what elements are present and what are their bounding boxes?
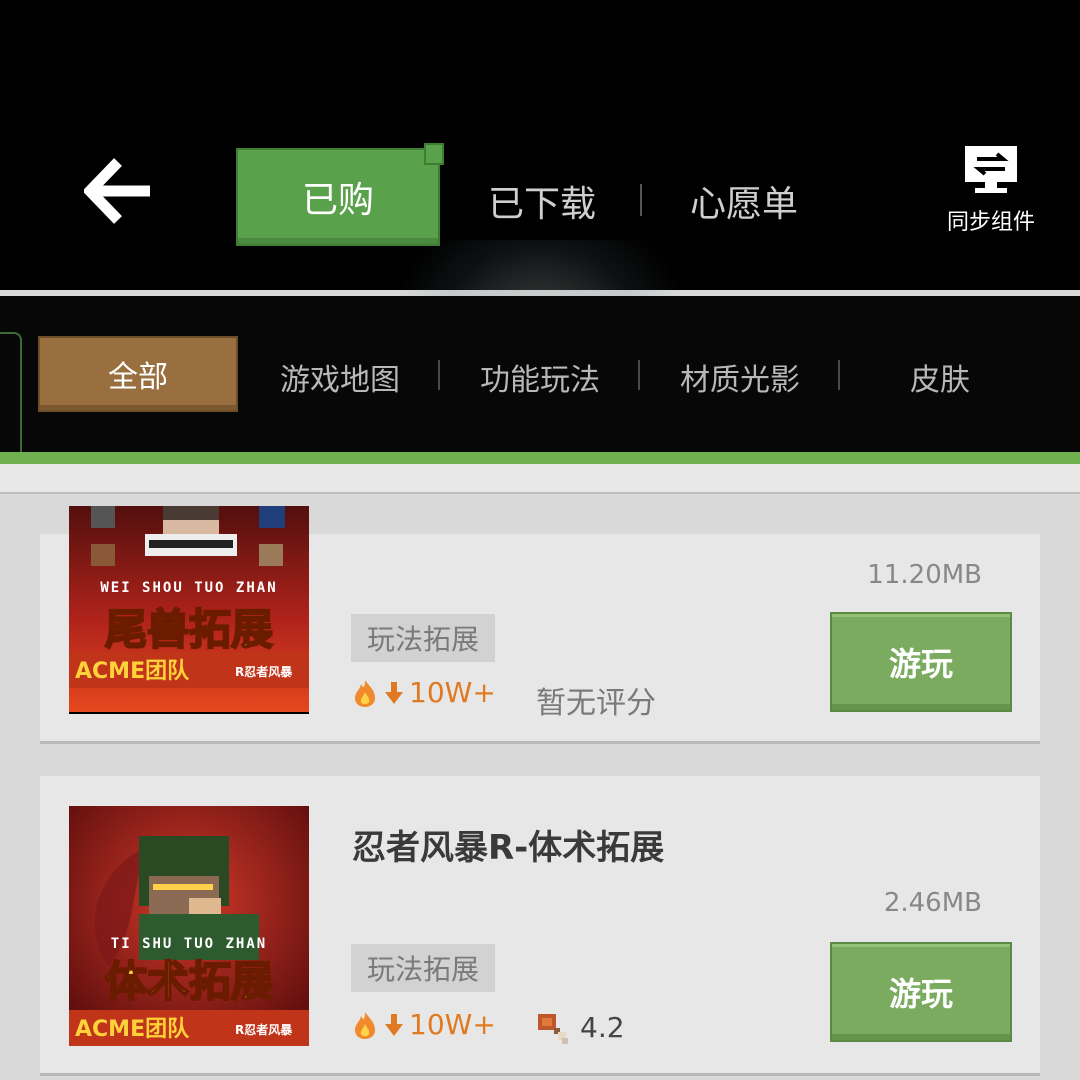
- item-thumbnail: WEI SHOU TUO ZHAN 尾兽拓展 ACME团队 R忍者风暴: [69, 506, 309, 714]
- thumb-subtitle: TI SHU TUO ZHAN: [111, 936, 267, 952]
- category-all[interactable]: 全部: [38, 336, 238, 412]
- list-top-strip: [0, 464, 1080, 494]
- thumb-subtitle: WEI SHOU TUO ZHAN: [100, 580, 277, 596]
- item-tag: 玩法拓展: [351, 944, 496, 992]
- tab-downloaded[interactable]: 已下载: [488, 176, 596, 226]
- fire-icon: [355, 1011, 375, 1039]
- thumb-team: ACME团队: [75, 659, 190, 684]
- category-divider: [638, 360, 640, 390]
- list-item[interactable]: TI SHU TUO ZHAN 体术拓展 ACME团队 R忍者风暴 忍者风暴R-…: [40, 776, 1040, 1076]
- item-size: 11.20MB: [867, 560, 982, 590]
- item-tag: 玩法拓展: [351, 614, 496, 662]
- download-count: 10W+: [351, 676, 496, 709]
- sync-icon: [965, 146, 1017, 193]
- tab-wishlist[interactable]: 心愿单: [690, 176, 798, 226]
- download-count-text: 10W+: [409, 676, 496, 709]
- tab-purchased[interactable]: 已购: [236, 148, 440, 246]
- thumb-badge: R忍者风暴: [235, 664, 293, 679]
- sync-components-button[interactable]: 同步组件: [936, 140, 1046, 240]
- list-item[interactable]: WEI SHOU TUO ZHAN 尾兽拓展 ACME团队 R忍者风暴 11.2…: [40, 506, 1040, 744]
- category-gameplay[interactable]: 功能玩法: [480, 356, 600, 398]
- tab-notch: [424, 143, 444, 165]
- download-arrow-icon: [385, 1013, 403, 1036]
- play-button[interactable]: 游玩: [830, 612, 1012, 712]
- download-count-text: 10W+: [409, 1008, 496, 1041]
- play-button[interactable]: 游玩: [830, 942, 1012, 1042]
- arrow-left-icon: [82, 158, 150, 224]
- category-skins[interactable]: 皮肤: [910, 356, 970, 398]
- rating: 4.2: [532, 1008, 625, 1046]
- download-arrow-icon: [385, 681, 403, 704]
- thumb-big-title: 尾兽拓展: [105, 605, 273, 654]
- rating-none: 暂无评分: [536, 686, 656, 721]
- rating-value: 4.2: [580, 1010, 625, 1044]
- thumb-big-title: 体术拓展: [105, 957, 273, 1006]
- back-button[interactable]: [82, 158, 154, 224]
- thumb-team: ACME团队: [75, 1017, 190, 1042]
- category-maps[interactable]: 游戏地图: [280, 356, 400, 398]
- sync-label: 同步组件: [946, 210, 1035, 235]
- item-title[interactable]: 忍者风暴R-体术拓展: [352, 820, 664, 869]
- meat-drumstick-icon: [538, 1014, 568, 1044]
- thumb-badge: R忍者风暴: [235, 1022, 293, 1037]
- fire-icon: [355, 679, 375, 707]
- tab-divider: [640, 184, 642, 216]
- category-divider: [438, 360, 440, 390]
- item-size: 2.46MB: [883, 888, 982, 918]
- green-divider: [0, 452, 1080, 464]
- item-thumbnail: TI SHU TUO ZHAN 体术拓展 ACME团队 R忍者风暴: [69, 806, 309, 1046]
- category-divider: [838, 360, 840, 390]
- download-count: 10W+: [351, 1008, 496, 1041]
- category-textures[interactable]: 材质光影: [680, 356, 800, 398]
